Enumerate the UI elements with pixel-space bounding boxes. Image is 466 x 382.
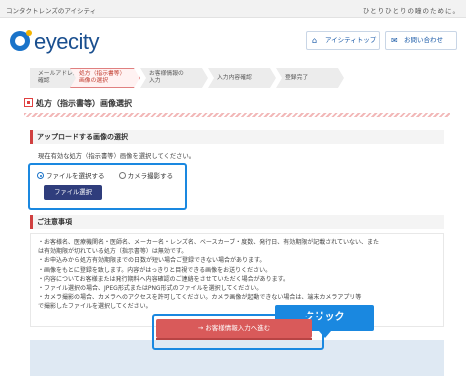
logo-mark-icon — [10, 30, 32, 51]
notice-line: ・お客様名、医療機関名・医師名、メーカー名・レンズ名、ベースカーブ・度数、発行日… — [38, 239, 380, 246]
step-image-line2: 画像の選択 — [79, 78, 108, 84]
radio-file-option[interactable]: ファイルを選択する — [37, 170, 105, 180]
step-confirm-label: 入力内容確認 — [217, 75, 252, 81]
notice-line: ・内容についてお客様または発行期料へ内容確認のご連絡をさせていただく場合がありま… — [38, 275, 290, 283]
step-customer-line2: 入力 — [149, 78, 161, 84]
notice-line: は有効期限が切れている処方（指示書等）は無効です。 — [38, 248, 188, 256]
eyecity-top-button[interactable]: ⌂ アイシティトップ — [306, 31, 380, 50]
home-icon: ⌂ — [312, 36, 318, 45]
page-title-text: 処方（指示書等）画像選択 — [36, 99, 132, 108]
step-customer-info: お客様情報の 入力 — [140, 68, 208, 88]
radio-camera-button[interactable] — [118, 172, 126, 179]
notice-line: ・画像をもとに登録を致します。内容がはっきりと目視できる画像をお送りください。 — [38, 266, 272, 274]
top-bar: コンタクトレンズのアイシティ ひとりひとりの瞳のために。 — [0, 0, 466, 18]
site-slogan: ひとりひとりの瞳のために。 — [362, 7, 460, 15]
radio-file-button[interactable] — [37, 172, 44, 179]
step-complete-label: 登録完了 — [285, 75, 309, 81]
step-image-line1: 処方（指示書等） — [79, 71, 126, 77]
contact-button[interactable]: ✉ お問い合わせ — [385, 31, 457, 50]
page-title: 処方（指示書等）画像選択 — [24, 98, 132, 109]
title-marker-icon — [24, 98, 33, 107]
step-confirm: 入力内容確認 — [208, 68, 276, 88]
step-image-select: 処方（指示書等） 画像の選択 — [70, 68, 140, 88]
site-tagline: コンタクトレンズのアイシティ — [6, 7, 97, 15]
notice-text: ・お客様名、医療機関名・医師名、メーカー名・レンズ名、ベースカーブ・度数、発行日… — [38, 238, 440, 312]
notice-line: ・カメラ撮影の場合、カメラへのアクセスを許可してください。カメラ画像が起動できな… — [38, 294, 362, 302]
notice-line: ・お申込みから処方有効期限までの日数が短い場合ご登録できない場合があります。 — [38, 257, 266, 265]
step-customer-line1: お客様情報の — [149, 71, 184, 77]
file-select-button[interactable]: ファイル選択 — [44, 185, 102, 200]
radio-camera-option[interactable]: カメラ撮影する — [118, 170, 174, 180]
notice-section-heading: ご注意事項 — [30, 215, 444, 229]
notice-line: で撮影したファイルを選択してください。 — [38, 303, 152, 311]
contact-label: お問い合わせ — [404, 36, 443, 44]
cta-button-shadow — [156, 338, 312, 340]
proceed-to-customer-info-button[interactable]: → お客様情報入力へ進む — [156, 319, 312, 338]
radio-camera-label: カメラ撮影する — [127, 172, 174, 180]
upload-method-radios: ファイルを選択する カメラ撮影する — [37, 170, 185, 180]
logo-text: eyecity — [34, 29, 99, 54]
radio-file-label: ファイルを選択する — [46, 172, 105, 180]
eyecity-top-label: アイシティトップ — [325, 36, 377, 44]
title-divider — [24, 113, 450, 117]
notice-line: ・ファイル選択の場合、JPEG形式またはPNG形式のファイルを選択してください。 — [38, 285, 263, 293]
mail-icon: ✉ — [391, 36, 398, 45]
upload-section-heading: アップロードする画像の選択 — [30, 130, 444, 144]
upload-description: 現在有効な処方（指示書等）画像を選択してください。 — [38, 153, 196, 160]
step-complete: 登録完了 — [276, 68, 344, 88]
